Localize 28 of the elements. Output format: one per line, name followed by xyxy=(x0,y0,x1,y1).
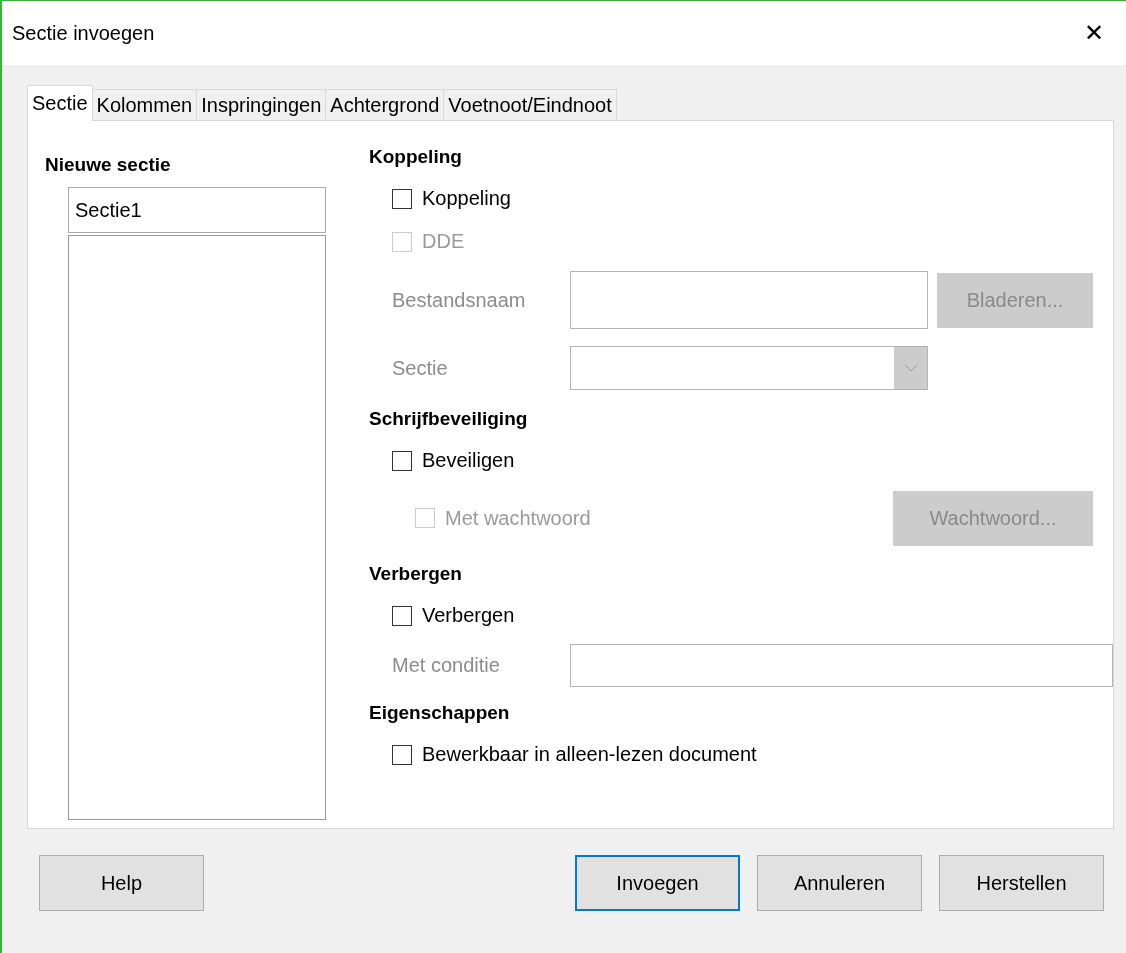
checkbox[interactable] xyxy=(392,605,412,626)
field-label: Met conditie xyxy=(392,653,501,677)
checkbox-label: DDE xyxy=(422,230,465,253)
dialog-button[interactable]: Invoegen xyxy=(575,855,740,911)
section-heading: Verbergen xyxy=(369,562,463,586)
field-label: Sectie xyxy=(392,356,449,380)
section-heading: Schrijfbeveiliging xyxy=(369,407,529,431)
section-heading: Eigenschappen xyxy=(369,701,511,725)
dialog-button[interactable]: Annuleren xyxy=(757,855,922,911)
section-name-field[interactable]: Sectie1 xyxy=(68,187,326,233)
checkbox-label: Verbergen xyxy=(422,604,515,627)
checkbox[interactable] xyxy=(392,188,412,209)
dialog-button[interactable]: Herstellen xyxy=(939,855,1104,911)
section-heading: Nieuwe sectie xyxy=(45,153,172,177)
checkbox[interactable] xyxy=(392,744,412,765)
checkbox-label: Bewerkbaar in alleen-lezen document xyxy=(422,743,757,766)
tab[interactable]: Sectie xyxy=(27,85,93,121)
field-label: Bestandsnaam xyxy=(392,288,527,312)
chevron-down-icon xyxy=(903,364,918,372)
checkbox-label: Koppeling xyxy=(422,187,511,210)
checkbox[interactable] xyxy=(392,450,412,471)
window-title: Sectie invoegen xyxy=(12,21,155,45)
tab[interactable]: Voetnoot/Eindnoot xyxy=(443,89,617,121)
help-button[interactable]: Help xyxy=(39,855,204,911)
section-heading: Koppeling xyxy=(369,145,463,169)
checkbox-label: Beveiligen xyxy=(422,449,515,472)
checkbox-label: Met wachtwoord xyxy=(445,506,591,530)
close-button[interactable]: ✕ xyxy=(1075,19,1112,47)
